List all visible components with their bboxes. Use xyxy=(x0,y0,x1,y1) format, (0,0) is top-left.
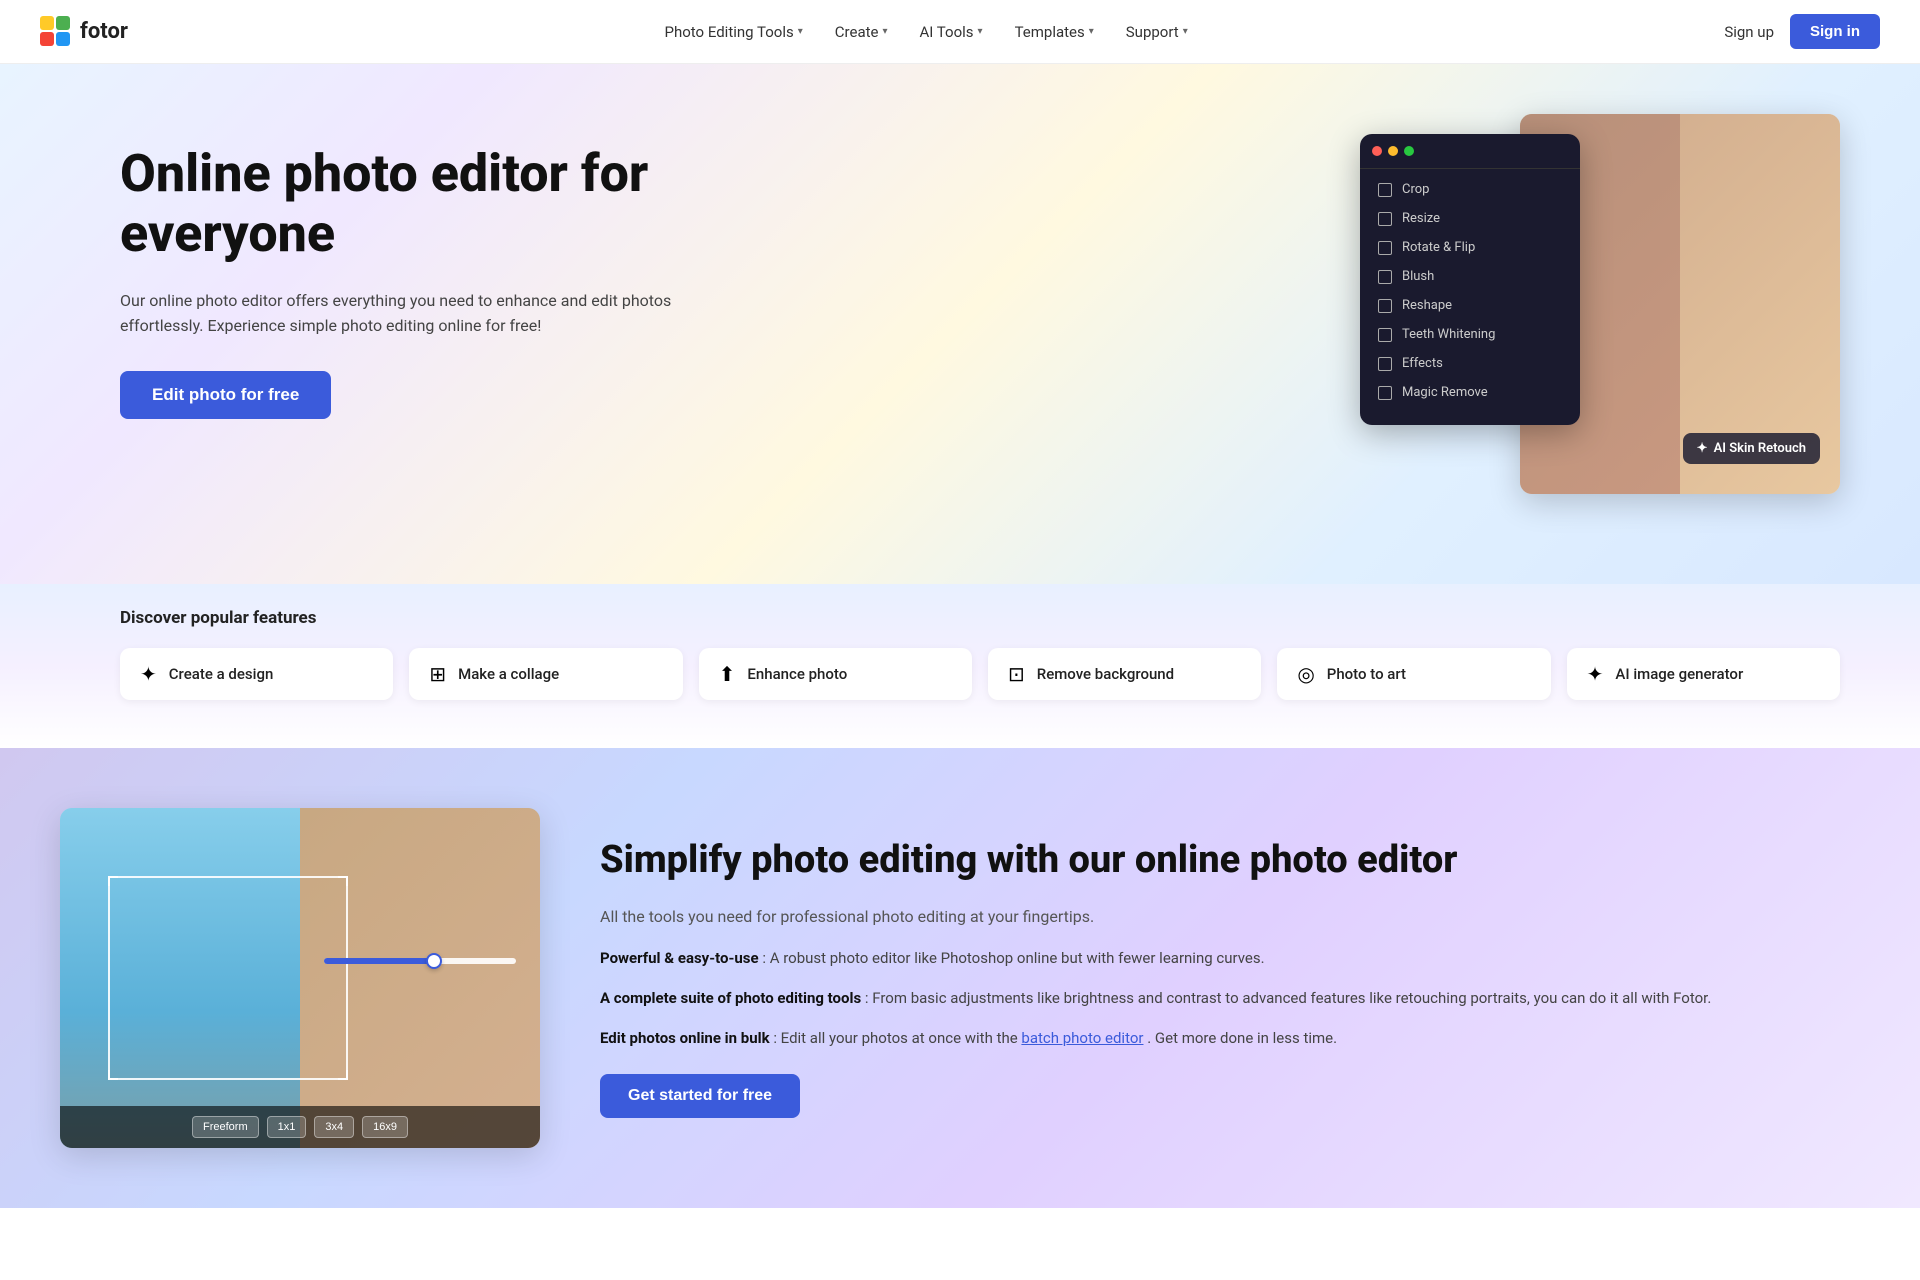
section2: Freeform 1x1 3x4 16x9 Simplify photo edi… xyxy=(0,748,1920,1208)
demo-image: Freeform 1x1 3x4 16x9 xyxy=(60,808,540,1148)
tool-reshape[interactable]: Reshape xyxy=(1360,291,1580,320)
ai-image-gen-icon: ✦ xyxy=(1587,662,1604,686)
crop-corner-tr xyxy=(338,876,348,886)
crop-overlay xyxy=(108,876,348,1080)
blush-icon xyxy=(1378,270,1392,284)
hero-left: Online photo editor for everyone Our onl… xyxy=(120,124,680,419)
demo-adjustment-slider[interactable] xyxy=(324,958,516,964)
rotate-icon xyxy=(1378,241,1392,255)
sign-up-link[interactable]: Sign up xyxy=(1724,23,1774,41)
nav-templates[interactable]: Templates ▾ xyxy=(1015,23,1094,41)
remove-bg-icon: ⊡ xyxy=(1008,662,1025,686)
tool-teeth[interactable]: Teeth Whitening xyxy=(1360,320,1580,349)
feature-create-design[interactable]: ✦ Create a design xyxy=(120,648,393,700)
feature-enhance-photo[interactable]: ⬆ Enhance photo xyxy=(699,648,972,700)
chevron-down-icon: ▾ xyxy=(882,26,887,37)
chevron-down-icon: ▾ xyxy=(1089,26,1094,37)
ai-skin-retouch-badge: ✦ AI Skin Retouch xyxy=(1683,433,1820,464)
feature-create-design-label: Create a design xyxy=(169,665,274,683)
make-collage-icon: ⊞ xyxy=(429,662,446,686)
crop-corner-tl xyxy=(108,876,118,886)
section2-content: Simplify photo editing with our online p… xyxy=(600,838,1840,1117)
section2-point-1: Powerful & easy-to-use : A robust photo … xyxy=(600,946,1840,970)
feature-enhance-photo-label: Enhance photo xyxy=(747,665,847,683)
hero-section: Online photo editor for everyone Our onl… xyxy=(0,64,1920,584)
editor-demo-mockup: Freeform 1x1 3x4 16x9 xyxy=(60,808,540,1148)
hero-subtitle: Our online photo editor offers everythin… xyxy=(120,288,680,339)
sign-in-button[interactable]: Sign in xyxy=(1790,14,1880,49)
editor-mockup-panel: Crop Resize Rotate & Flip Blush Reshape xyxy=(1360,134,1580,425)
feature-photo-to-art-label: Photo to art xyxy=(1327,665,1406,683)
slider-fill xyxy=(324,958,430,964)
feature-make-collage-label: Make a collage xyxy=(458,665,559,683)
close-dot xyxy=(1372,146,1382,156)
editor-tools-list: Crop Resize Rotate & Flip Blush Reshape xyxy=(1360,169,1580,413)
mockup-header xyxy=(1360,146,1580,169)
feature-photo-to-art[interactable]: ◎ Photo to art xyxy=(1277,648,1550,700)
section2-title: Simplify photo editing with our online p… xyxy=(600,838,1840,884)
navbar: fotor Photo Editing Tools ▾ Create ▾ AI … xyxy=(0,0,1920,64)
maximize-dot xyxy=(1404,146,1414,156)
tool-effects[interactable]: Effects xyxy=(1360,349,1580,378)
create-design-icon: ✦ xyxy=(140,662,157,686)
teeth-icon xyxy=(1378,328,1392,342)
nav-create[interactable]: Create ▾ xyxy=(835,23,888,41)
edit-photo-free-button[interactable]: Edit photo for free xyxy=(120,371,331,419)
toolbar-3x4[interactable]: 3x4 xyxy=(314,1116,354,1138)
nav-links: Photo Editing Tools ▾ Create ▾ AI Tools … xyxy=(665,23,1188,41)
resize-icon xyxy=(1378,212,1392,226)
section2-demo: Freeform 1x1 3x4 16x9 xyxy=(60,808,540,1148)
feature-make-collage[interactable]: ⊞ Make a collage xyxy=(409,648,682,700)
chevron-down-icon: ▾ xyxy=(1183,26,1188,37)
feature-remove-background[interactable]: ⊡ Remove background xyxy=(988,648,1261,700)
features-section-title: Discover popular features xyxy=(120,608,1840,628)
features-grid: ✦ Create a design ⊞ Make a collage ⬆ Enh… xyxy=(120,648,1840,700)
nav-ai-tools[interactable]: AI Tools ▾ xyxy=(920,23,983,41)
crop-corner-br xyxy=(338,1070,348,1080)
fotor-logo-icon xyxy=(40,16,72,48)
features-section: Discover popular features ✦ Create a des… xyxy=(0,584,1920,748)
logo[interactable]: fotor xyxy=(40,16,128,48)
ai-icon: ✦ xyxy=(1697,441,1708,456)
feature-ai-image-generator[interactable]: ✦ AI image generator xyxy=(1567,648,1840,700)
nav-support[interactable]: Support ▾ xyxy=(1126,23,1188,41)
get-started-button[interactable]: Get started for free xyxy=(600,1074,800,1118)
crop-corner-bl xyxy=(108,1070,118,1080)
tool-resize[interactable]: Resize xyxy=(1360,204,1580,233)
logo-text: fotor xyxy=(80,19,128,44)
toolbar-16x9[interactable]: 16x9 xyxy=(362,1116,408,1138)
section2-subtitle: All the tools you need for professional … xyxy=(600,904,1840,930)
hero-title: Online photo editor for everyone xyxy=(120,144,680,264)
tool-rotate[interactable]: Rotate & Flip xyxy=(1360,233,1580,262)
toolbar-1x1[interactable]: 1x1 xyxy=(267,1116,307,1138)
magic-remove-icon xyxy=(1378,386,1392,400)
enhance-photo-icon: ⬆ xyxy=(719,662,736,686)
window-dots xyxy=(1372,146,1414,156)
reshape-icon xyxy=(1378,299,1392,313)
slider-thumb[interactable] xyxy=(426,953,442,969)
demo-toolbar: Freeform 1x1 3x4 16x9 xyxy=(60,1106,540,1148)
feature-ai-image-gen-label: AI image generator xyxy=(1615,665,1743,683)
batch-photo-editor-link[interactable]: batch photo editor xyxy=(1021,1029,1143,1047)
feature-remove-bg-label: Remove background xyxy=(1037,665,1174,683)
photo-to-art-icon: ◎ xyxy=(1297,662,1314,686)
chevron-down-icon: ▾ xyxy=(798,26,803,37)
effects-icon xyxy=(1378,357,1392,371)
tool-blush[interactable]: Blush xyxy=(1360,262,1580,291)
tool-magic-remove[interactable]: Magic Remove xyxy=(1360,378,1580,407)
chevron-down-icon: ▾ xyxy=(978,26,983,37)
tool-crop[interactable]: Crop xyxy=(1360,175,1580,204)
nav-photo-editing-tools[interactable]: Photo Editing Tools ▾ xyxy=(665,23,803,41)
minimize-dot xyxy=(1388,146,1398,156)
section2-point-2: A complete suite of photo editing tools … xyxy=(600,986,1840,1010)
section2-point-3: Edit photos online in bulk : Edit all yo… xyxy=(600,1026,1840,1050)
toolbar-freeform[interactable]: Freeform xyxy=(192,1116,259,1138)
crop-icon xyxy=(1378,183,1392,197)
nav-actions: Sign up Sign in xyxy=(1724,14,1880,49)
